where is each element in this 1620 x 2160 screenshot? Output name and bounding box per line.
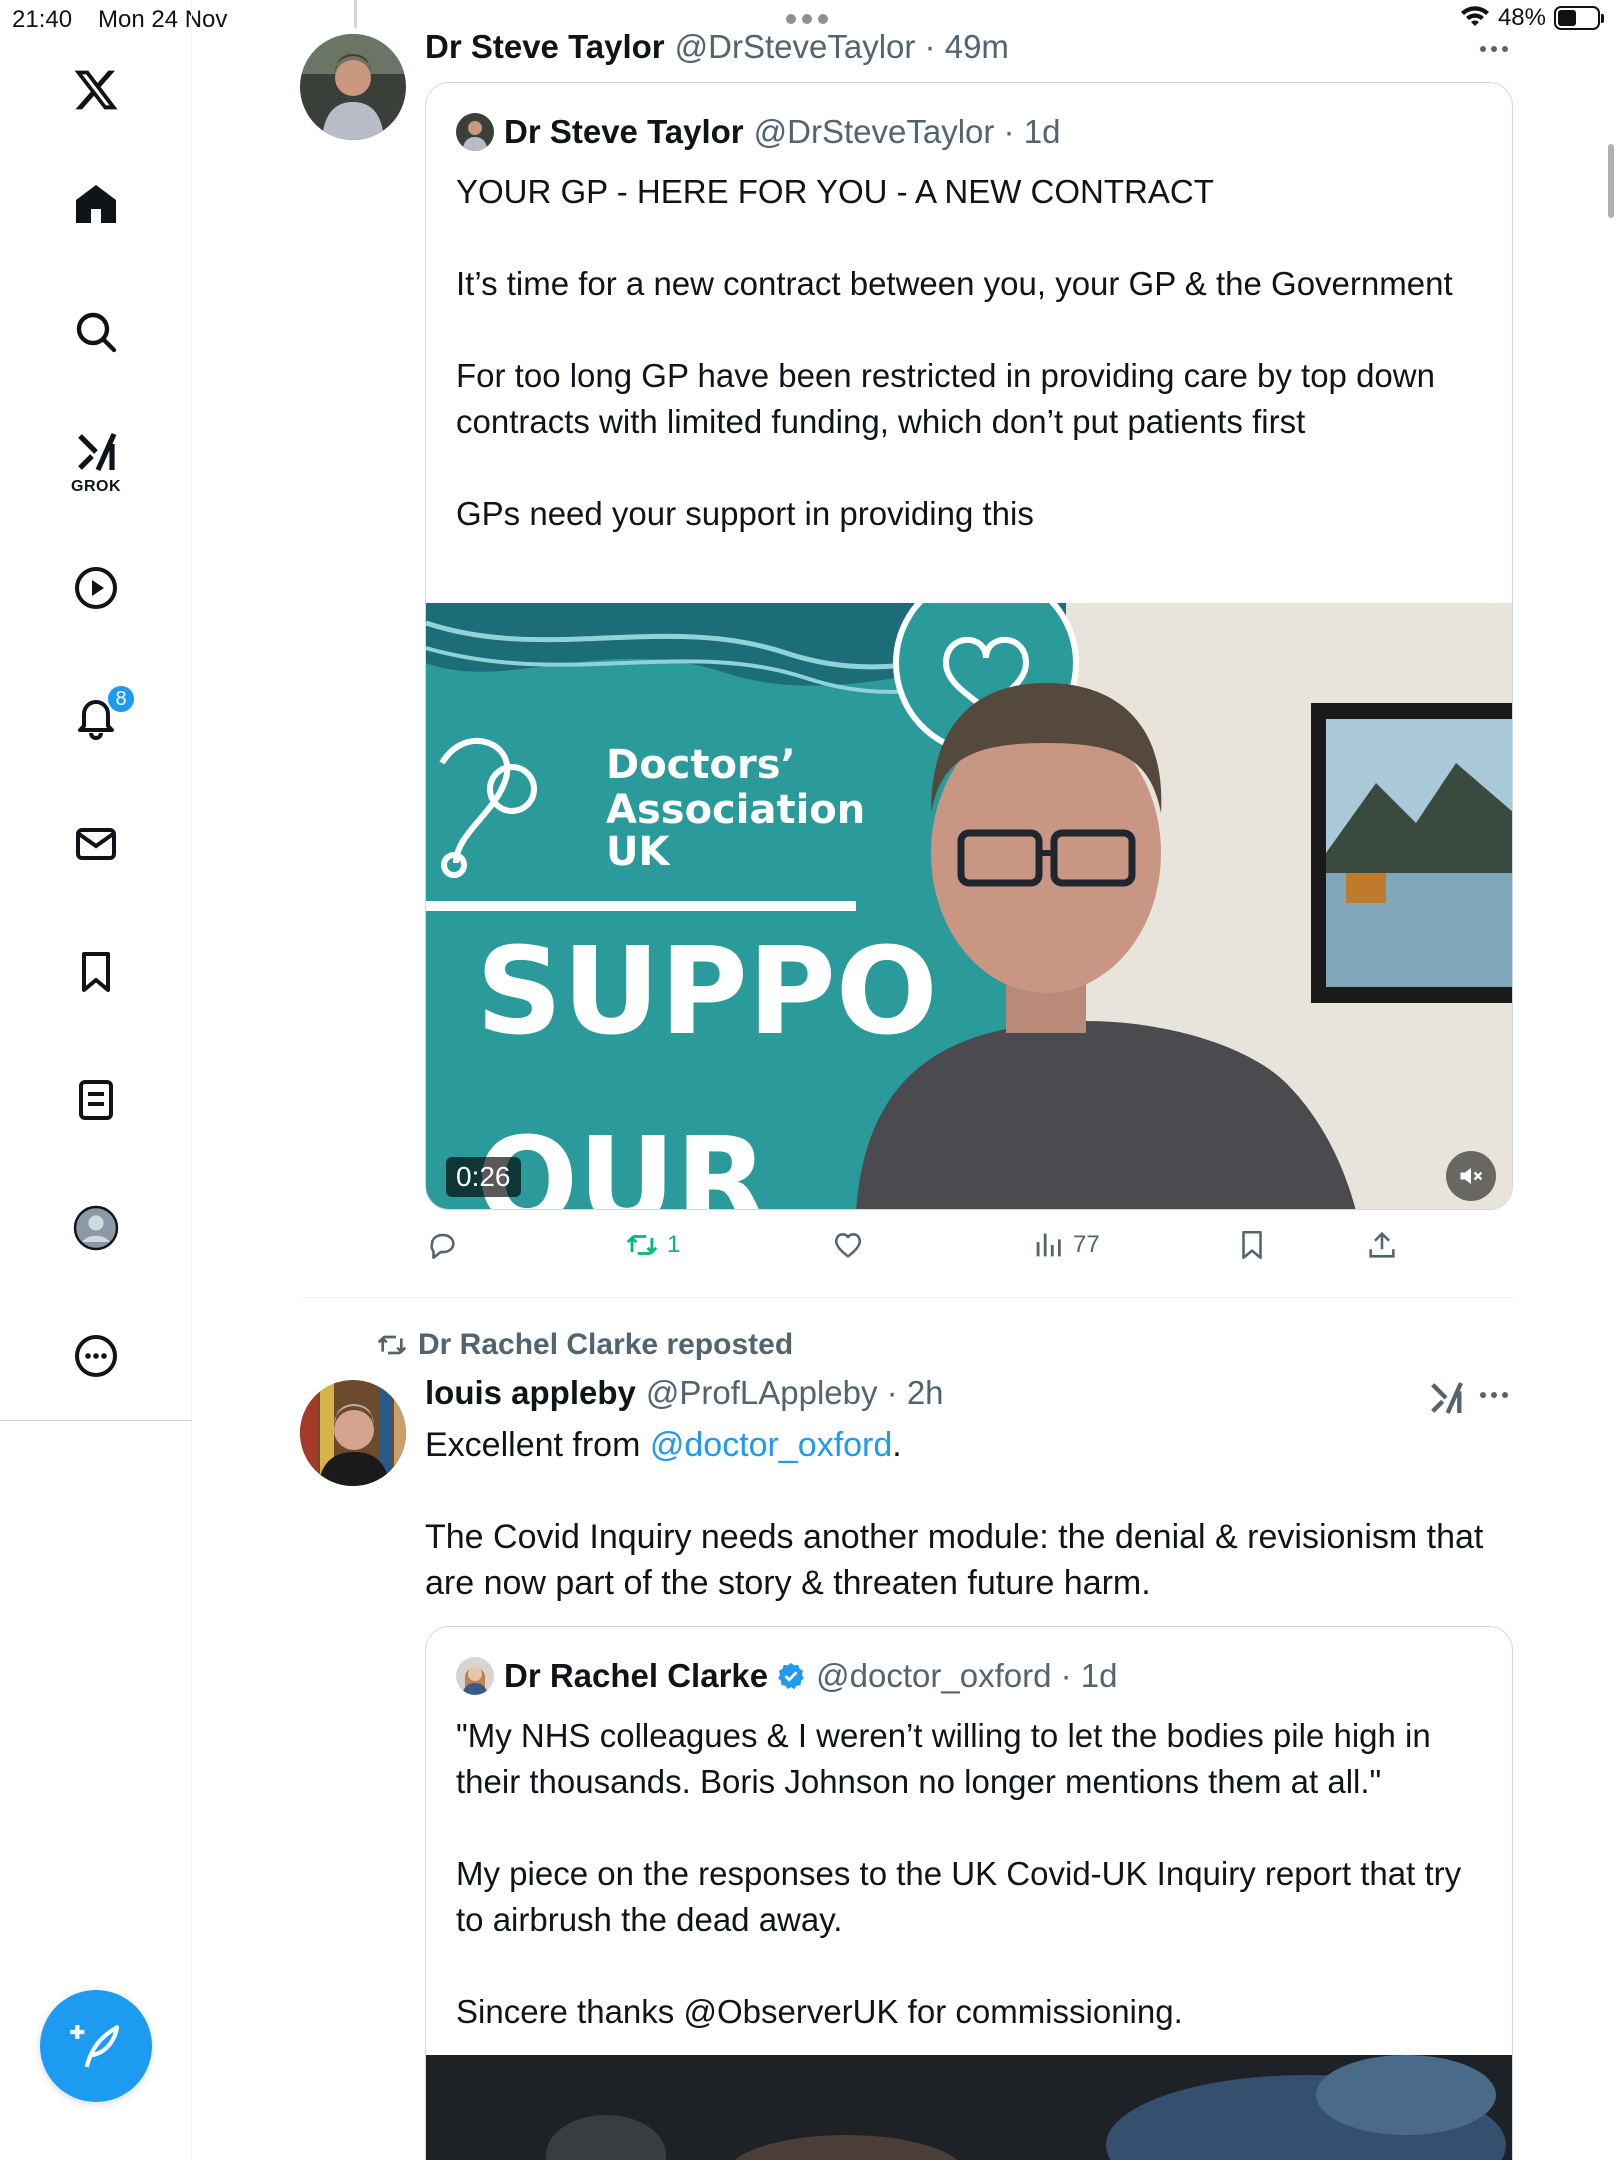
avatar[interactable] — [300, 34, 406, 140]
quoted-tweet-text: YOUR GP - HERE FOR YOU - A NEW CONTRACT … — [456, 173, 1453, 532]
like-button[interactable] — [831, 1228, 865, 1262]
tweet-body-text: The Covid Inquiry needs another module: … — [425, 1518, 1484, 1602]
quoted-header: Dr Steve Taylor @DrSteveTaylor · 1d — [456, 113, 1060, 151]
quoted-author-name: Dr Steve Taylor — [504, 113, 744, 150]
bookmark-button[interactable] — [1235, 1228, 1269, 1262]
banner-line3: UK — [606, 829, 671, 875]
avatar — [456, 1657, 494, 1695]
views-icon — [1036, 1233, 1061, 1257]
compose-button[interactable] — [40, 1990, 152, 2102]
grok-label: GROK — [71, 478, 121, 495]
grok-icon[interactable] — [66, 422, 126, 482]
tweet-header: louis appleby @ProfLAppleby · 2h — [425, 1374, 944, 1412]
repost-by-label: Dr Rachel Clarke reposted — [418, 1328, 794, 1361]
quoted-tweet-card[interactable]: Dr Rachel Clarke @doctor_oxford · 1d "My… — [425, 1626, 1513, 2160]
quoted-header: Dr Rachel Clarke @doctor_oxford · 1d — [456, 1657, 1117, 1695]
status-right: 48% — [1460, 4, 1604, 32]
battery-icon — [1554, 6, 1604, 30]
repost-icon — [626, 1235, 658, 1255]
more-options-icon[interactable] — [1480, 46, 1520, 52]
reply-button[interactable] — [425, 1228, 459, 1262]
quoted-author-name: Dr Rachel Clarke — [504, 1657, 769, 1694]
notification-badge: 8 — [106, 684, 136, 714]
avatar[interactable] — [300, 1380, 406, 1486]
mention-link[interactable]: @doctor_oxford — [650, 1426, 892, 1464]
views-count: 77 — [1073, 1231, 1100, 1258]
video-frame: Doctors’ Association UK SUPPO OUR — [426, 603, 1512, 1209]
multitask-dots-icon[interactable] — [786, 14, 832, 24]
quoted-author-handle: @DrSteveTaylor · 1d — [753, 113, 1061, 150]
repost-count: 1 — [667, 1231, 681, 1258]
sidebar-divider — [0, 1420, 192, 1421]
banner-line1: Doctors’ — [606, 742, 796, 788]
bookmark-icon[interactable] — [66, 942, 126, 1002]
quoted-tweet-card[interactable]: Dr Steve Taylor @DrSteveTaylor · 1d YOUR… — [425, 82, 1513, 1210]
tweet-header: Dr Steve Taylor @DrSteveTaylor · 49m — [425, 28, 1009, 66]
mute-icon — [1460, 1167, 1483, 1185]
scrollbar[interactable] — [1608, 144, 1614, 218]
list-icon[interactable] — [66, 1070, 126, 1130]
thread-line — [354, 0, 357, 28]
tweet-actions: 1 77 — [425, 1228, 1425, 1272]
author-handle[interactable]: @ProfLAppleby · 2h — [646, 1374, 944, 1412]
wifi-icon — [1460, 6, 1489, 26]
banner-big1: SUPPO — [476, 923, 938, 1062]
banner-line2: Association — [606, 787, 865, 833]
repost-attribution[interactable]: Dr Rachel Clarke reposted — [376, 1328, 793, 1362]
x-logo-icon[interactable] — [66, 60, 126, 120]
more-options-icon[interactable] — [1480, 1392, 1520, 1398]
article-image[interactable] — [426, 2055, 1512, 2160]
quoted-tweet-text: "My NHS colleagues & I weren’t willing t… — [456, 1717, 1462, 2030]
repost-icon — [377, 1335, 407, 1355]
grok-icon[interactable] — [1426, 1378, 1466, 1418]
video-duration: 0:26 — [446, 1157, 521, 1197]
article-photo — [426, 2055, 1512, 2160]
compose-icon — [70, 2025, 120, 2068]
mute-button[interactable] — [1446, 1151, 1496, 1201]
mail-icon[interactable] — [66, 814, 126, 874]
tweet-divider — [300, 1297, 1514, 1298]
battery-percent: 48% — [1497, 4, 1546, 31]
reply-icon — [430, 1233, 455, 1260]
bookmark-icon — [1242, 1230, 1262, 1260]
verified-badge-icon — [776, 1661, 806, 1691]
views-button[interactable]: 77 — [1031, 1228, 1100, 1262]
author-name[interactable]: Dr Steve Taylor — [425, 28, 665, 66]
share-button[interactable] — [1365, 1228, 1399, 1262]
tweet-text: Excellent from @doctor_oxford. — [425, 1422, 1515, 1468]
video-player[interactable]: Doctors’ Association UK SUPPO OUR 0:26 — [426, 603, 1512, 1209]
author-handle[interactable]: @DrSteveTaylor · 49m — [675, 28, 1009, 66]
tweet-text-punct: . — [892, 1426, 902, 1464]
home-icon[interactable] — [66, 174, 126, 234]
author-name[interactable]: louis appleby — [425, 1374, 636, 1412]
play-icon[interactable] — [66, 558, 126, 618]
avatar — [456, 113, 494, 151]
tweet-text-start: Excellent from — [425, 1426, 650, 1464]
share-icon — [1369, 1231, 1395, 1258]
sidebar: GROK 8 — [0, 0, 192, 2160]
more-circle-icon[interactable] — [66, 1326, 126, 1386]
search-icon[interactable] — [66, 302, 126, 362]
repost-button[interactable]: 1 — [625, 1228, 680, 1262]
quoted-author-handle: @doctor_oxford · 1d — [816, 1657, 1118, 1694]
profile-icon[interactable] — [66, 1198, 126, 1258]
heart-icon — [834, 1233, 862, 1258]
